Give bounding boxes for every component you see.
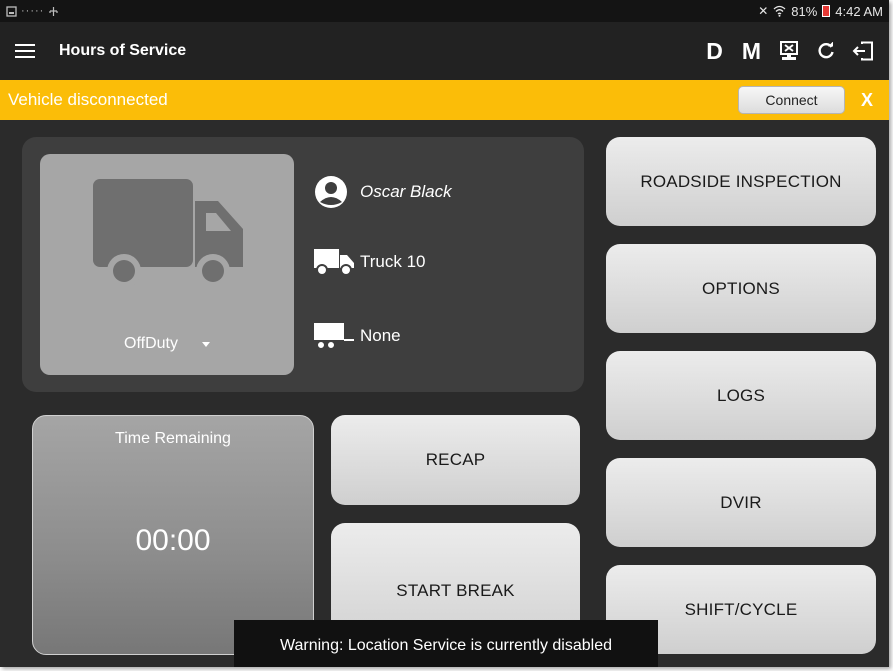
usb-icon [49,6,58,16]
status-bar: ····· ✕ 81% 4:42 AM [0,0,889,22]
dropdown-caret-icon [201,341,210,347]
dismiss-alert-button[interactable]: X [845,90,889,111]
duty-status-value: OffDuty [124,335,178,352]
driver-card: OffDuty Oscar Black Truck 10 None [22,137,584,392]
trailer-icon [314,321,360,351]
system-icons: ✕ 81% 4:42 AM [758,4,889,19]
options-button[interactable]: OPTIONS [606,244,876,333]
time-remaining-label: Time Remaining [115,430,231,447]
trailer-row: None [314,321,401,351]
trailer-name: None [360,326,401,345]
clock: 4:42 AM [835,3,883,19]
truck-icon [93,179,243,288]
app-frame: ····· ✕ 81% 4:42 AM Hours of Service D M [0,0,889,667]
connect-button[interactable]: Connect [738,86,845,114]
disconnect-device-icon[interactable] [770,36,807,66]
truck-row: Truck 10 [314,247,426,277]
logs-button[interactable]: LOGS [606,351,876,440]
dots-icon: ····· [21,5,45,17]
alert-message: Vehicle disconnected [8,90,168,109]
screenshot-icon [6,5,17,17]
dvir-button[interactable]: DVIR [606,458,876,547]
time-remaining-panel: Time Remaining 00:00 [32,415,314,655]
roadside-inspection-button[interactable]: ROADSIDE INSPECTION [606,137,876,226]
duty-status-dropdown[interactable]: OffDuty [40,335,294,353]
dashboard-d-button[interactable]: D [696,38,733,65]
driver-row: Oscar Black [314,175,452,209]
vehicle-alert-bar: Vehicle disconnected Connect X [0,80,889,120]
truck-small-icon [314,247,360,277]
account-circle-icon [314,175,360,209]
duty-status-panel[interactable]: OffDuty [40,154,294,375]
truck-name: Truck 10 [360,252,426,271]
notification-icons: ····· [0,5,59,17]
app-toolbar: Hours of Service D M [0,22,889,80]
location-warning-toast: Warning: Location Service is currently d… [234,620,658,667]
battery-percent: 81% [791,3,818,19]
recap-button[interactable]: RECAP [331,415,580,505]
battery-icon [822,5,831,17]
mute-icon: ✕ [758,4,769,18]
page-title: Hours of Service [59,42,187,59]
time-remaining-value: 00:00 [135,524,211,557]
refresh-icon[interactable] [807,36,844,66]
logout-icon[interactable] [844,36,881,66]
driver-name: Oscar Black [360,182,452,201]
toolbar-actions: D M [696,36,881,66]
hamburger-menu-icon[interactable] [15,44,35,58]
wifi-icon [773,5,786,17]
messages-m-button[interactable]: M [733,38,770,65]
